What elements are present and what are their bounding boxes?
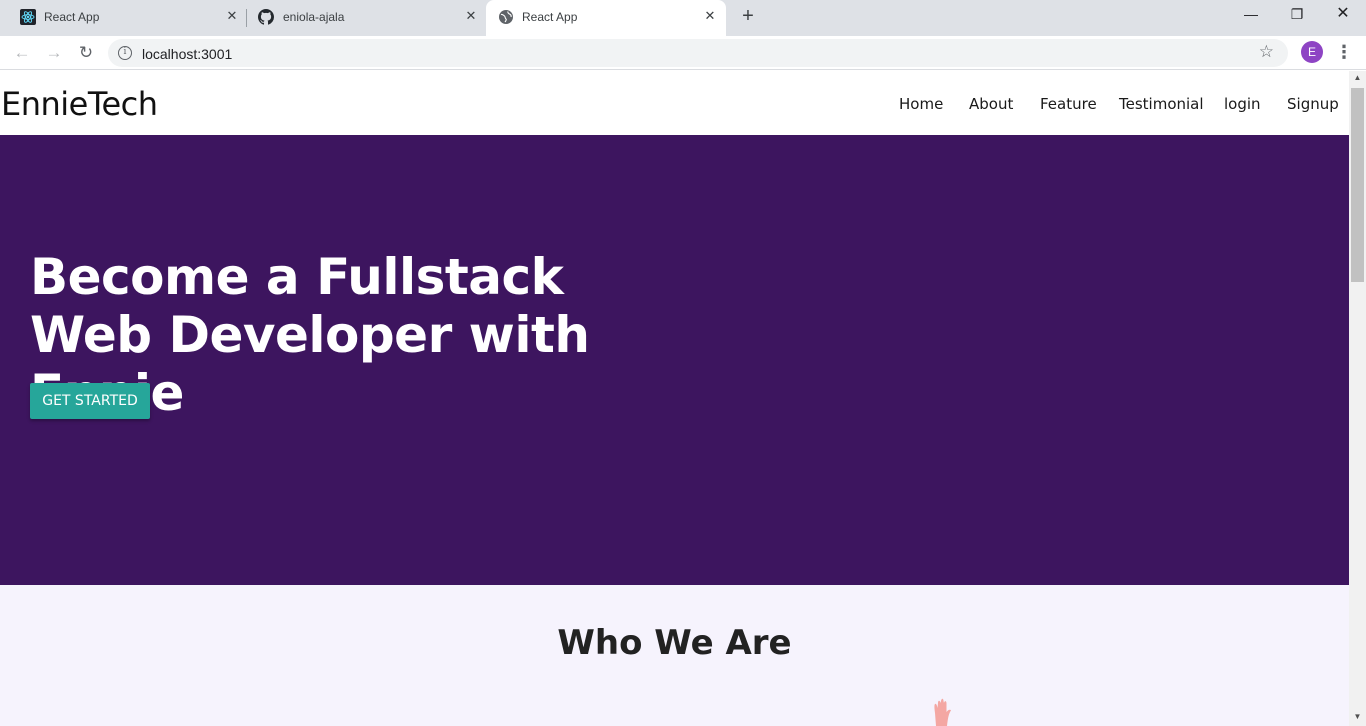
section-title: Who We Are — [557, 623, 792, 663]
close-window-button[interactable]: ✕ — [1320, 0, 1366, 30]
site-header: EnnieTech Home About Feature Testimonial… — [0, 71, 1349, 135]
bookmark-star-icon[interactable]: ☆ — [1259, 42, 1274, 62]
nav-link-feature[interactable]: Feature — [1040, 95, 1097, 113]
who-we-are-section: Who We Are — [0, 585, 1349, 726]
address-bar[interactable]: i localhost:3001 ☆ — [108, 39, 1288, 67]
minimize-button[interactable]: — — [1228, 0, 1274, 30]
globe-icon — [499, 10, 513, 24]
tab-strip: React App ✕ eniola-ajala ✕ React App ✕ +… — [0, 0, 1366, 36]
site-info-icon[interactable]: i — [118, 46, 132, 60]
browser-tab-react-app[interactable]: React App ✕ — [0, 0, 246, 34]
back-button[interactable]: ← — [10, 41, 34, 65]
close-icon[interactable]: ✕ — [463, 8, 479, 24]
scroll-down-arrow-icon[interactable]: ▼ — [1349, 712, 1366, 724]
nav-link-login[interactable]: login — [1224, 95, 1261, 113]
waving-hand-icon — [934, 698, 951, 726]
browser-menu-icon[interactable]: ⋮ — [1334, 41, 1354, 65]
hero-section: Become a Fullstack Web Developer with En… — [0, 135, 1349, 585]
tab-title: React App — [522, 10, 578, 24]
profile-avatar[interactable]: E — [1301, 41, 1323, 63]
close-icon[interactable]: ✕ — [702, 8, 718, 24]
restore-button[interactable]: ❐ — [1274, 0, 1320, 30]
forward-button[interactable]: → — [42, 41, 66, 65]
browser-toolbar: ← → ↻ i localhost:3001 ☆ E ⋮ — [0, 36, 1366, 70]
tab-title: eniola-ajala — [283, 10, 345, 24]
new-tab-button[interactable]: + — [738, 6, 758, 26]
nav-link-testimonial[interactable]: Testimonial — [1119, 95, 1204, 113]
get-started-button[interactable]: GET STARTED — [30, 383, 150, 419]
reload-button[interactable]: ↻ — [74, 41, 98, 65]
github-icon — [258, 9, 274, 25]
tab-title: React App — [44, 10, 100, 24]
brand-logo[interactable]: EnnieTech — [1, 85, 158, 123]
nav-link-home[interactable]: Home — [899, 95, 943, 113]
nav-link-signup[interactable]: Signup — [1287, 95, 1339, 113]
scroll-up-arrow-icon[interactable]: ▲ — [1349, 73, 1366, 85]
url-text[interactable]: localhost:3001 — [142, 46, 232, 62]
react-logo-icon — [20, 9, 36, 25]
close-icon[interactable]: ✕ — [224, 8, 240, 24]
nav-link-about[interactable]: About — [969, 95, 1013, 113]
browser-tab-github[interactable]: eniola-ajala ✕ — [246, 0, 486, 34]
scrollbar-thumb[interactable] — [1351, 88, 1364, 282]
page-viewport: EnnieTech Home About Feature Testimonial… — [0, 71, 1349, 726]
page-scrollbar[interactable]: ▲ ▼ — [1349, 71, 1366, 726]
browser-tab-react-app-active[interactable]: React App ✕ — [486, 0, 726, 36]
